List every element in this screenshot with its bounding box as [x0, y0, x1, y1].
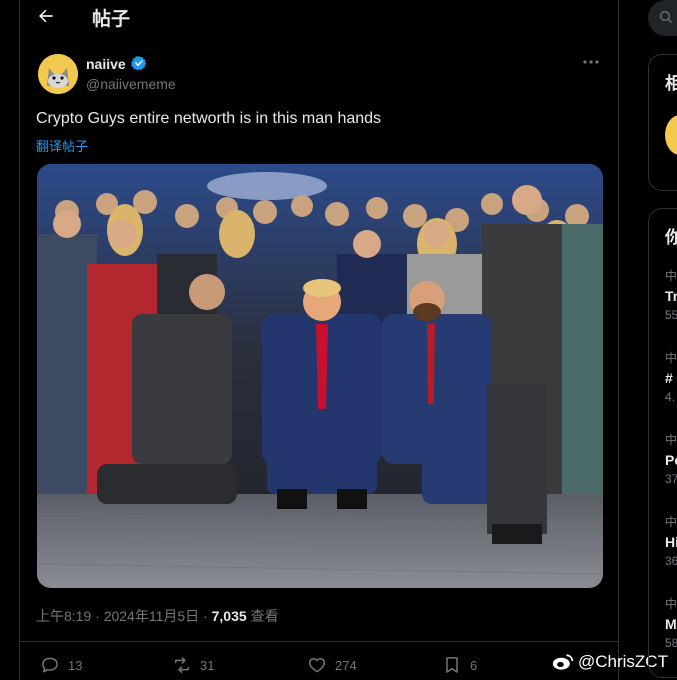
related-heading: 相 — [665, 74, 677, 93]
related-people-card: 相 — [648, 54, 677, 191]
reply-button[interactable]: 13 — [40, 654, 82, 676]
related-avatar[interactable] — [665, 115, 677, 155]
group-prayer-photo — [37, 164, 603, 588]
cat-avatar-icon — [38, 54, 78, 94]
back-arrow-icon[interactable] — [36, 6, 56, 26]
translate-post-link[interactable]: 翻译帖子 — [36, 136, 88, 155]
main-column: 帖子 naiive @naiivememe Crypto Guys entire… — [19, 0, 619, 680]
trend-item[interactable]: 中 M 58 — [665, 595, 677, 650]
tweet-photo[interactable] — [37, 164, 603, 588]
repost-icon — [175, 657, 189, 673]
like-count: 274 — [335, 657, 357, 673]
views-label: 查看 — [246, 608, 279, 624]
trends-heading: 你 — [665, 228, 677, 247]
timestamp[interactable]: 上午8:19 · 2024年11月5日 · — [36, 608, 212, 624]
author-handle[interactable]: @naiivememe — [86, 76, 176, 92]
repost-count: 31 — [200, 657, 215, 673]
trends-card: 你 中 Tr 55 中 # 4. 中 Pc 37 中 Hi 36 中 M 58 — [648, 208, 677, 678]
tweet-meta: 上午8:19 · 2024年11月5日 · 7,035 查看 — [36, 606, 279, 626]
trend-item[interactable]: 中 Pc 37 — [665, 431, 677, 486]
page-title: 帖子 — [92, 9, 131, 30]
bookmark-count: 6 — [470, 657, 478, 673]
bookmark-button[interactable]: 6 — [442, 654, 477, 676]
tweet-text: Crypto Guys entire networth is in this m… — [36, 110, 382, 127]
more-options-icon[interactable] — [582, 56, 600, 68]
search-icon — [660, 11, 673, 24]
trend-item[interactable]: 中 Hi 36 — [665, 513, 677, 568]
heart-icon — [308, 658, 326, 673]
reply-count: 13 — [68, 657, 83, 673]
author-name[interactable]: naiive — [86, 56, 126, 72]
like-button[interactable]: 274 — [307, 654, 357, 676]
search-box[interactable] — [648, 0, 677, 36]
trend-item[interactable]: 中 Tr 55 — [665, 267, 677, 322]
trend-item[interactable]: 中 # 4. — [665, 349, 677, 404]
reply-icon — [42, 657, 58, 673]
divider — [20, 641, 618, 642]
weibo-logo-icon — [552, 654, 574, 670]
views-count: 7,035 — [211, 608, 247, 624]
verified-badge-icon — [131, 56, 147, 71]
repost-button[interactable]: 31 — [172, 654, 214, 676]
top-bar: 帖子 — [20, 0, 618, 32]
avatar[interactable] — [38, 54, 78, 94]
bookmark-icon — [446, 657, 458, 673]
